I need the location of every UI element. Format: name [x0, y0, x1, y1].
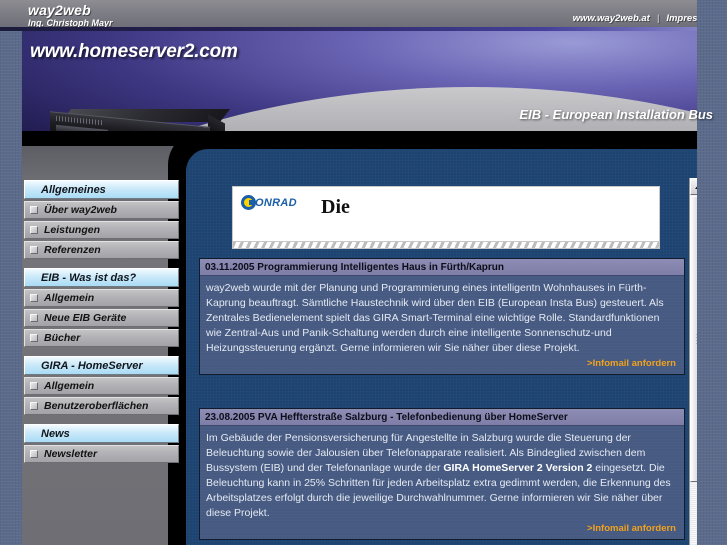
sidebar-item-label: Leistungen — [44, 224, 101, 236]
bullet-icon — [30, 246, 38, 254]
sidebar-item-label: Newsletter — [44, 448, 98, 460]
ad-headline: Die — [321, 196, 350, 218]
nav-heading-news: News — [24, 424, 179, 443]
bullet-icon — [30, 450, 38, 458]
news-infomail-link[interactable]: >Infomail anfordern — [200, 358, 684, 374]
sidebar-item-label: Allgemein — [44, 292, 95, 304]
page-left-margin — [0, 0, 22, 545]
hero-title: www.homeserver2.com — [30, 41, 238, 62]
news-article-header: 03.11.2005 Programmierung Intelligentes … — [200, 259, 684, 276]
news-article: 23.08.2005 PVA Heffterstraße Salzburg - … — [199, 408, 685, 540]
sidebar-item-label: Referenzen — [44, 244, 101, 256]
sidebar-navigation: Allgemeines Über way2web Leistungen Refe… — [22, 180, 180, 472]
sidebar-item-label: Neue EIB Geräte — [44, 312, 127, 324]
sidebar-item-neue-eib-geraete[interactable]: Neue EIB Geräte — [24, 309, 179, 327]
sidebar-item-label: Allgemein — [44, 380, 95, 392]
hero-strapline: EIB - European Installation Bus — [519, 107, 713, 122]
sidebar-item-gira-allgemein[interactable]: Allgemein — [24, 377, 179, 395]
bullet-icon — [30, 206, 38, 214]
top-links: www.way2web.at | Impressum — [573, 13, 717, 24]
nav-group-eib: EIB - Was ist das? Allgemein Neue EIB Ge… — [22, 268, 180, 347]
bullet-icon — [30, 314, 38, 322]
bullet-icon — [30, 226, 38, 234]
sidebar-item-label: Über way2web — [44, 204, 117, 216]
news-article-header: 23.08.2005 PVA Heffterstraße Salzburg - … — [200, 409, 684, 426]
conrad-logo-wordmark: ONRAD — [255, 197, 297, 209]
nav-group-gira-homeserver: GIRA - HomeServer Allgemein Benutzerober… — [22, 356, 180, 415]
nav-heading-gira-homeserver: GIRA - HomeServer — [24, 356, 179, 375]
nav-heading-eib: EIB - Was ist das? — [24, 268, 179, 287]
sidebar-item-buecher[interactable]: Bücher — [24, 329, 179, 347]
top-links-separator: | — [656, 13, 660, 24]
news-article: 03.11.2005 Programmierung Intelligentes … — [199, 258, 685, 375]
link-way2web-site[interactable]: www.way2web.at — [573, 13, 650, 24]
news-body: Im Gebäude der Pensionsversicherung für … — [206, 432, 671, 519]
brand-name: way2web — [28, 2, 91, 18]
page-root: way2web Ing. Christoph Mayr www.way2web.… — [0, 0, 727, 545]
news-title: PVA Heffterstraße Salzburg - Telefonbedi… — [257, 411, 568, 423]
nav-heading-allgemeines: Allgemeines — [24, 180, 179, 199]
news-date: 23.08.2005 — [205, 411, 256, 423]
hero-banner: www.homeserver2.com EIB - European Insta… — [22, 31, 727, 146]
site-brand: way2web Ing. Christoph Mayr — [28, 2, 113, 28]
sidebar-item-ueber-way2web[interactable]: Über way2web — [24, 201, 179, 219]
top-bar: way2web Ing. Christoph Mayr www.way2web.… — [0, 0, 727, 28]
conrad-ad-banner[interactable]: ONRAD Die — [232, 186, 660, 242]
page-right-margin — [697, 0, 727, 545]
conrad-logo-icon: ONRAD — [241, 195, 313, 210]
sidebar-item-eib-allgemein[interactable]: Allgemein — [24, 289, 179, 307]
bullet-icon — [30, 402, 38, 410]
news-infomail-link[interactable]: >Infomail anfordern — [200, 523, 684, 539]
sidebar-item-label: Benutzeroberflächen — [44, 400, 149, 412]
sidebar-item-newsletter[interactable]: Newsletter — [24, 445, 179, 463]
ad-bottom-stripes — [232, 242, 660, 249]
nav-group-news: News Newsletter — [22, 424, 180, 463]
sidebar-item-referenzen[interactable]: Referenzen — [24, 241, 179, 259]
news-date: 03.11.2005 — [205, 261, 255, 273]
sidebar-item-label: Bücher — [44, 332, 81, 344]
bullet-icon — [30, 382, 38, 390]
bullet-icon — [30, 294, 38, 302]
news-body: way2web wurde mit der Planung und Progra… — [206, 282, 664, 354]
bullet-icon — [30, 334, 38, 342]
nav-group-allgemeines: Allgemeines Über way2web Leistungen Refe… — [22, 180, 180, 259]
sidebar-item-benutzeroberflaechen[interactable]: Benutzeroberflächen — [24, 397, 179, 415]
sidebar-item-leistungen[interactable]: Leistungen — [24, 221, 179, 239]
news-title: Programmierung Intelligentes Haus in Für… — [257, 261, 504, 273]
